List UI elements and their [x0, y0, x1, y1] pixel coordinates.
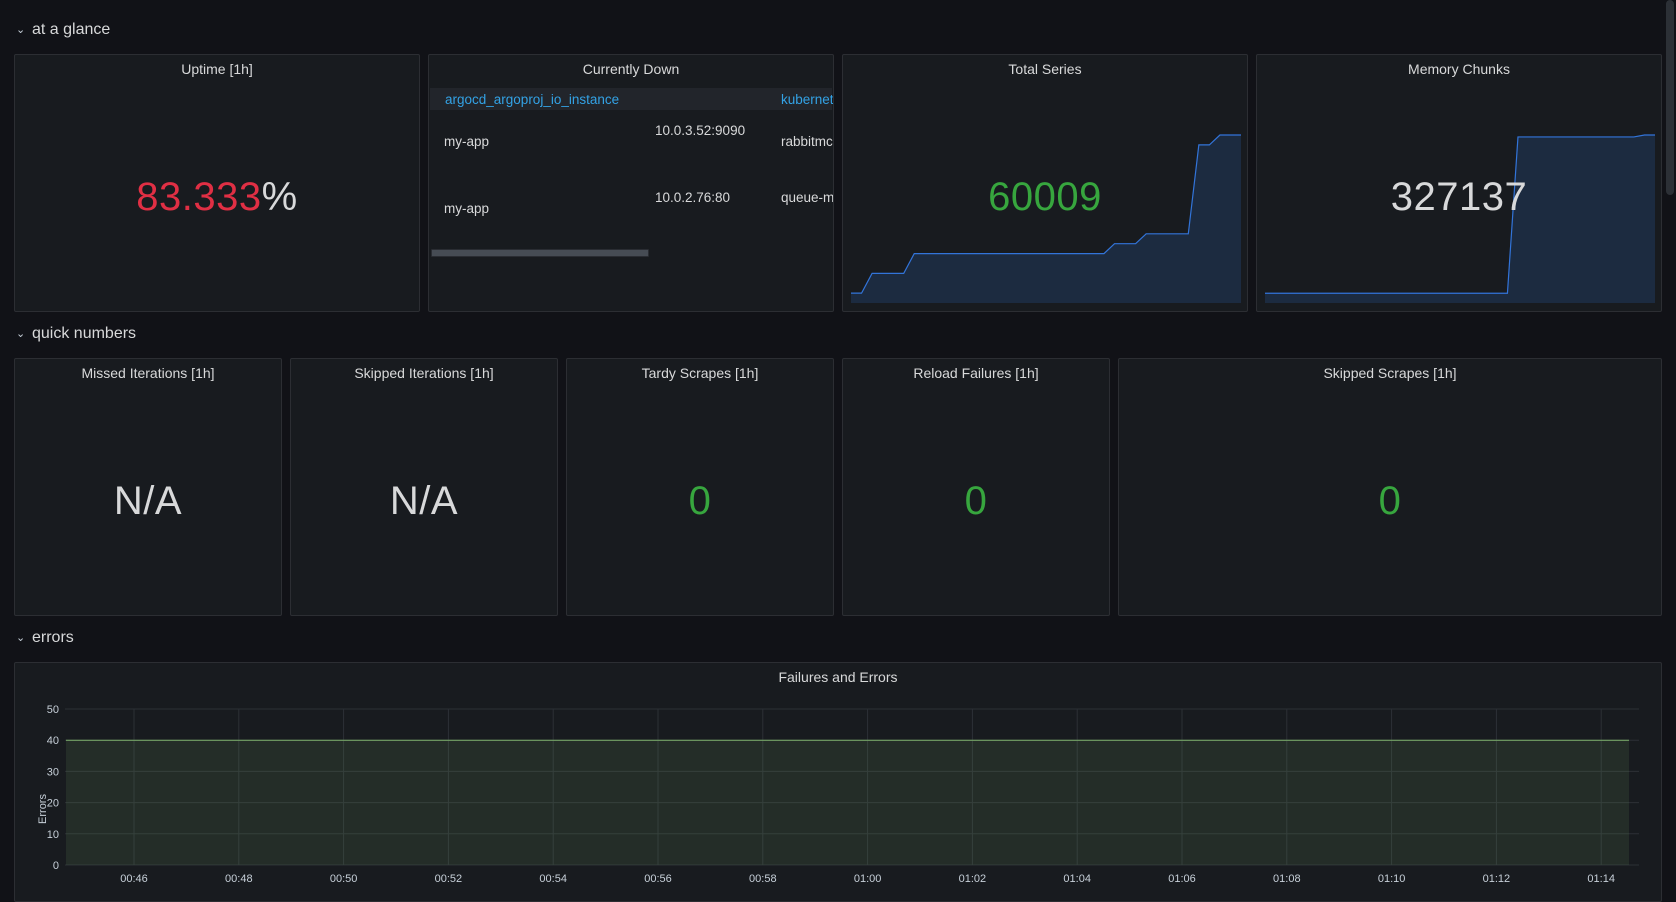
panel-title: Skipped Iterations [1h] [354, 365, 494, 381]
table-cell: rabbitmc [781, 134, 833, 149]
y-tick-label: 0 [53, 860, 59, 872]
panel-title: Tardy Scrapes [1h] [641, 365, 759, 381]
panel-title: Reload Failures [1h] [913, 365, 1039, 381]
x-tick-label: 01:12 [1483, 873, 1511, 885]
panel-title: Currently Down [582, 61, 680, 77]
x-tick-label: 01:04 [1063, 873, 1091, 885]
panel-reload-failures[interactable]: Reload Failures [1h] 0 [842, 358, 1110, 616]
panel-title: Total Series [1008, 61, 1082, 77]
chevron-down-icon: ⌄ [16, 327, 26, 340]
y-tick-label: 10 [47, 829, 59, 841]
memory-chunks-value: 327137 [1390, 175, 1528, 219]
panel-missed-iterations[interactable]: Missed Iterations [1h] N/A [14, 358, 282, 616]
row-toggle-at-a-glance[interactable]: ⌄ at a glance [16, 19, 110, 41]
chevron-down-icon: ⌄ [16, 631, 26, 644]
table-cell: my-app [444, 134, 490, 149]
x-tick-label: 00:54 [539, 873, 567, 885]
table-cell: 10.0.2.76:80 [655, 190, 731, 205]
y-tick-label: 30 [47, 766, 59, 778]
table-cell: my-app [444, 201, 490, 216]
panel-title: Skipped Scrapes [1h] [1323, 365, 1457, 381]
row-toggle-quick-numbers[interactable]: ⌄ quick numbers [16, 323, 136, 345]
y-tick-label: 50 [47, 704, 59, 716]
panel-tardy-scrapes[interactable]: Tardy Scrapes [1h] 0 [566, 358, 834, 616]
x-tick-label: 01:10 [1378, 873, 1406, 885]
panel-failures-and-errors[interactable]: Failures and Errors 0 10 20 30 40 50 00:46 00:… [14, 662, 1662, 902]
panel-title: Memory Chunks [1408, 61, 1510, 77]
missed-iterations-value: N/A [113, 479, 183, 523]
table-header: argocd_argoproj_io_instance kubernete [430, 88, 833, 110]
panel-title: Uptime [1h] [181, 61, 253, 77]
x-tick-label: 01:06 [1168, 873, 1196, 885]
x-tick-label: 00:56 [644, 873, 672, 885]
x-tick-label: 00:58 [749, 873, 777, 885]
x-tick-label: 00:48 [225, 873, 253, 885]
uptime-stat: 83.333% [15, 175, 419, 220]
panel-uptime[interactable]: Uptime [1h] 83.333% [14, 54, 420, 312]
uptime-unit: % [261, 175, 298, 219]
page-scrollbar[interactable] [1666, 0, 1674, 195]
skipped-scrapes-value: 0 [1378, 479, 1402, 523]
panel-total-series[interactable]: Total Series 60009 [842, 54, 1248, 312]
horizontal-scrollbar[interactable] [431, 249, 649, 257]
total-series-value: 60009 [988, 175, 1102, 219]
row-title: errors [32, 629, 74, 646]
table-cell: queue-m [781, 190, 834, 205]
panel-skipped-scrapes[interactable]: Skipped Scrapes [1h] 0 [1118, 358, 1662, 616]
column-header[interactable]: kubernete [781, 92, 833, 107]
series-area [66, 740, 1629, 865]
x-tick-label: 00:50 [330, 873, 358, 885]
panel-title: Missed Iterations [1h] [81, 365, 215, 381]
row-title: at a glance [32, 21, 111, 38]
tardy-scrapes-value: 0 [688, 479, 712, 523]
row-toggle-errors[interactable]: ⌄ errors [16, 627, 74, 649]
skipped-iterations-value: N/A [389, 479, 459, 523]
x-tick-label: 01:08 [1273, 873, 1301, 885]
column-header[interactable]: argocd_argoproj_io_instance [445, 92, 619, 107]
chevron-down-icon: ⌄ [16, 23, 26, 36]
x-tick-label: 01:00 [854, 873, 882, 885]
uptime-value: 83.333 [136, 175, 262, 219]
y-tick-label: 40 [47, 735, 59, 747]
x-tick-label: 00:52 [435, 873, 463, 885]
failures-errors-chart: 01020304050 00:46 00:48 00:50 00:52 00:54 00:… [37, 704, 1639, 885]
table-cell: 10.0.3.52:9090 [655, 123, 746, 138]
x-tick-label: 01:02 [959, 873, 987, 885]
y-axis-label: Errors [37, 794, 49, 824]
x-tick-label: 01:14 [1587, 873, 1615, 885]
panel-currently-down[interactable]: Currently Down argocd_argoproj_io_instan… [428, 54, 834, 312]
row-title: quick numbers [32, 325, 137, 342]
panel-memory-chunks[interactable]: Memory Chunks 327137 [1256, 54, 1662, 312]
panel-skipped-iterations[interactable]: Skipped Iterations [1h] N/A [290, 358, 558, 616]
x-tick-label: 00:46 [120, 873, 148, 885]
reload-failures-value: 0 [964, 479, 988, 523]
